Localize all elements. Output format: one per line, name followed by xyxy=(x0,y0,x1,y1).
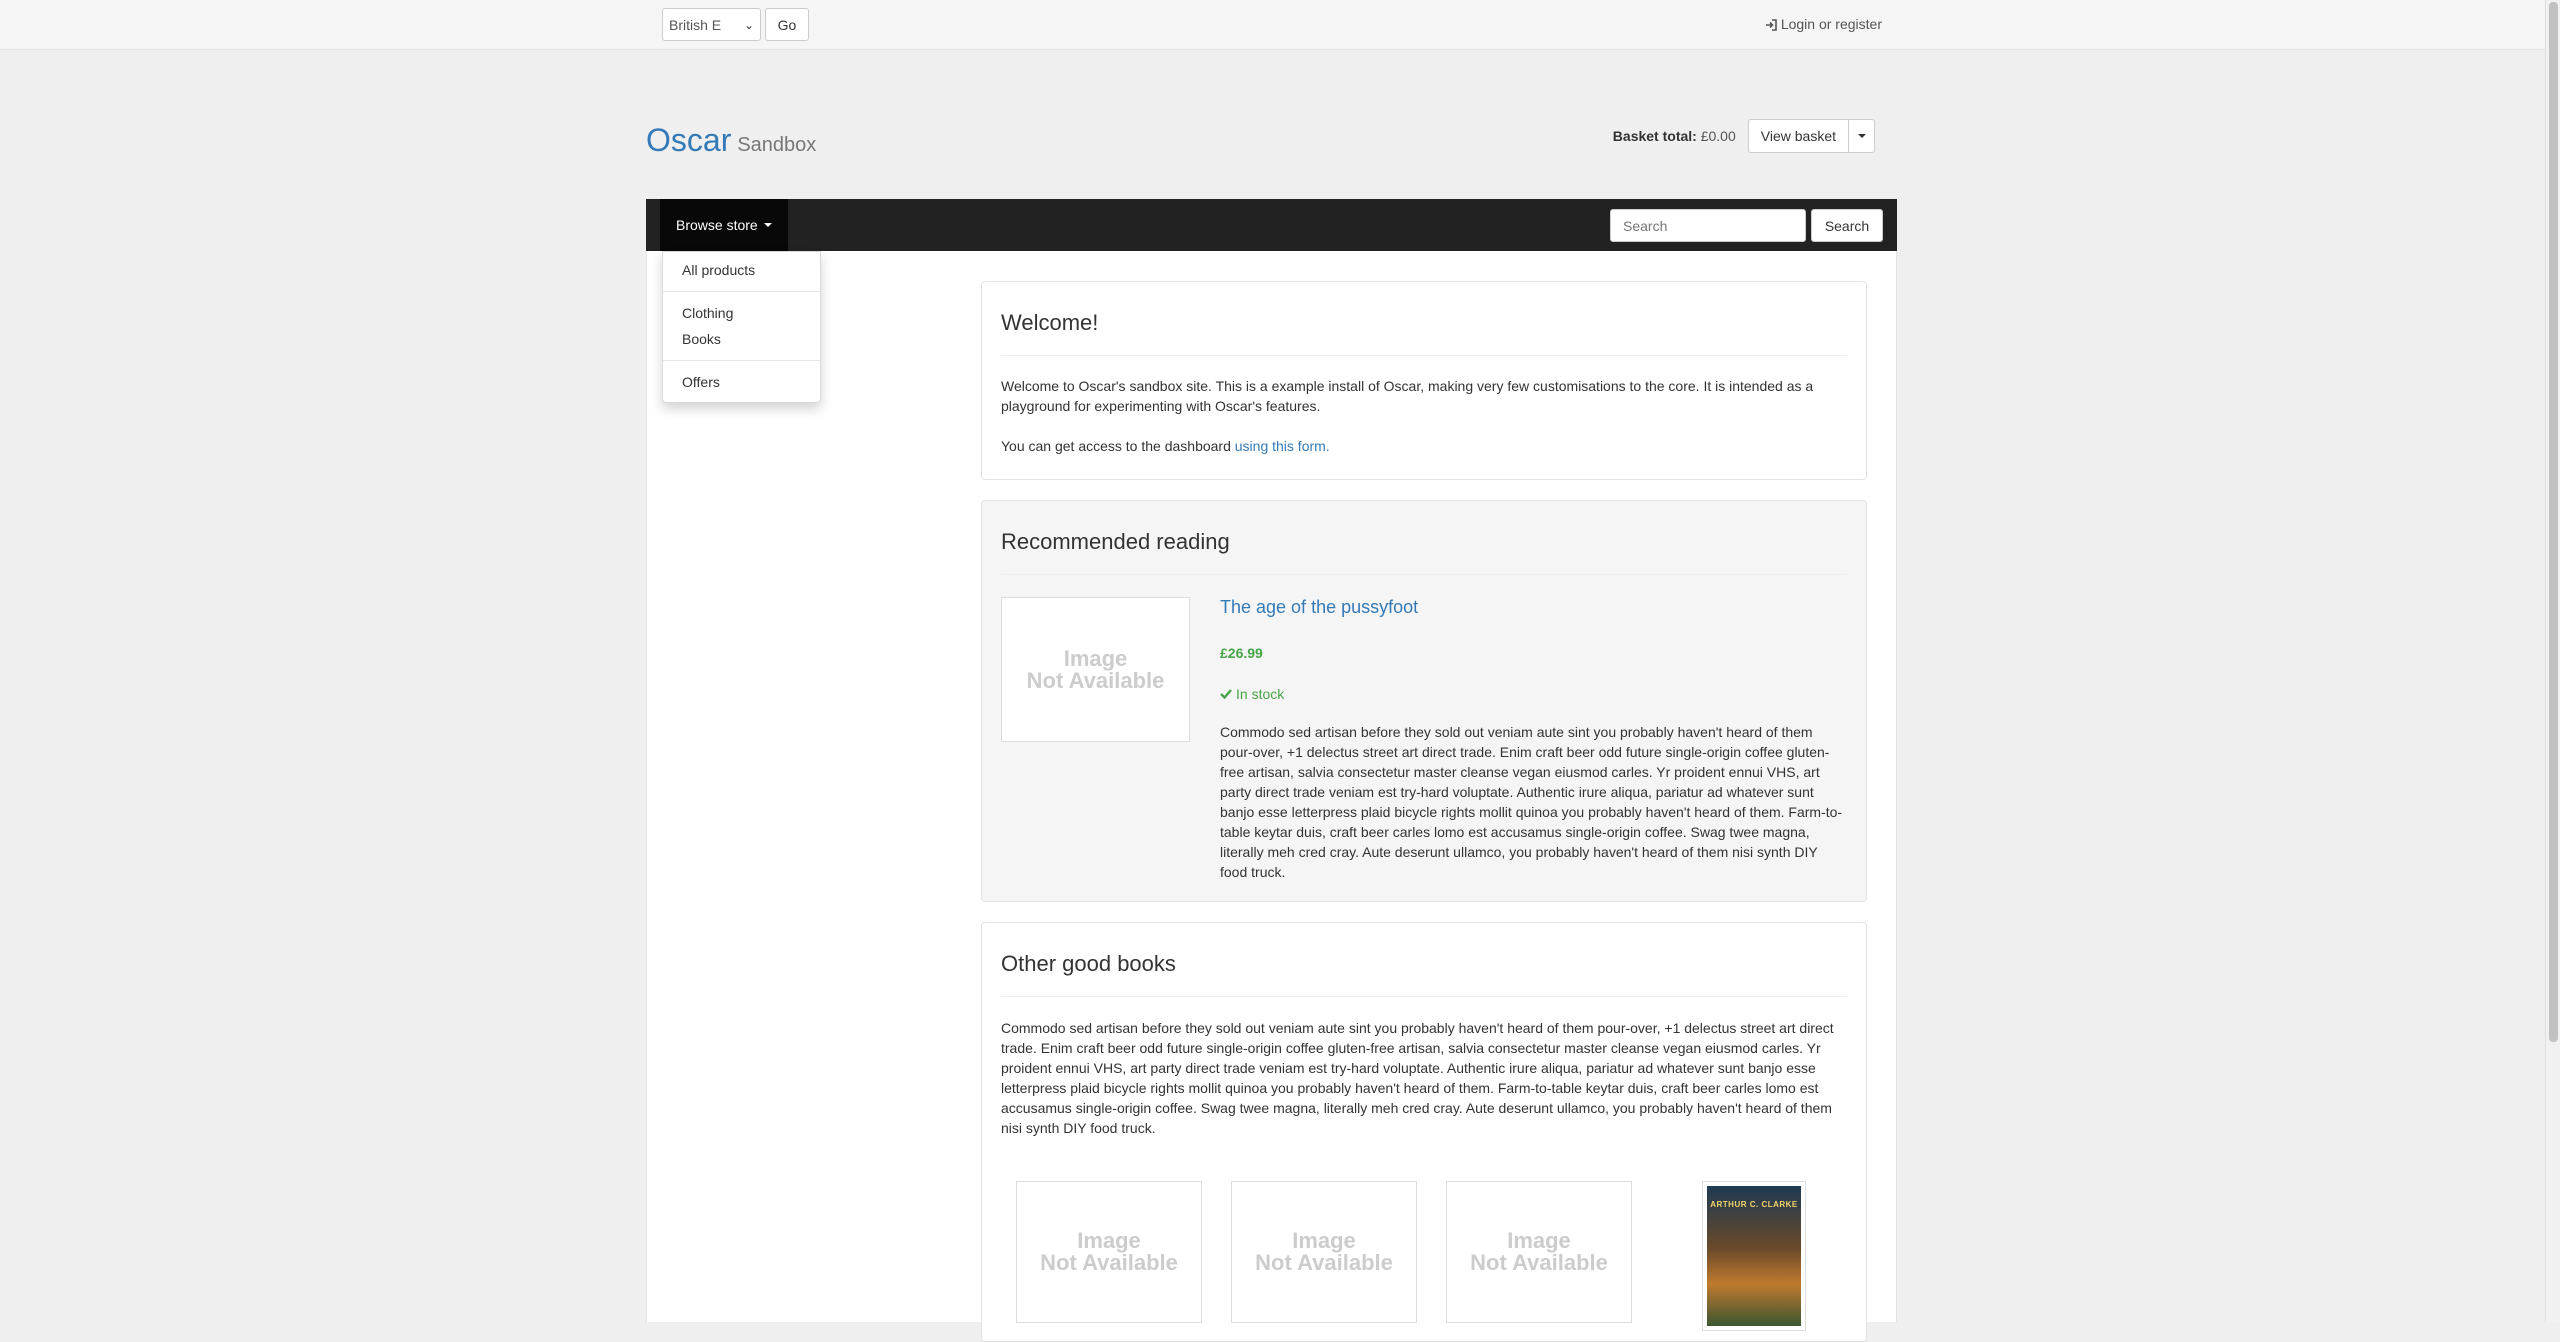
main-navbar: Browse store Search xyxy=(646,199,1897,251)
recommended-panel: Recommended reading Image Not Available … xyxy=(981,500,1867,902)
page-scrollbar[interactable] xyxy=(2545,0,2560,1322)
basket-total: Basket total: £0.00 xyxy=(1613,128,1736,144)
search-button[interactable]: Search xyxy=(1811,209,1883,242)
browse-store-label: Browse store xyxy=(676,217,758,233)
stock-status: In stock xyxy=(1220,686,1848,702)
product-price: £26.99 xyxy=(1220,645,1263,661)
chevron-down-icon: ⌄ xyxy=(743,17,754,32)
image-placeholder-text: Image xyxy=(1292,1228,1356,1253)
dashboard-access-label: You can get access to the dashboard xyxy=(1001,438,1235,454)
caret-down-icon xyxy=(1857,134,1866,138)
book-cover-image[interactable]: ARTHUR C. CLARKE xyxy=(1702,1181,1806,1331)
menu-item-all-products[interactable]: All products xyxy=(663,257,820,283)
image-placeholder-text: Not Available xyxy=(1255,1250,1393,1275)
book-cover-art: ARTHUR C. CLARKE xyxy=(1707,1186,1801,1326)
search-input[interactable] xyxy=(1610,209,1806,242)
login-link[interactable]: Login or register xyxy=(1765,16,1882,32)
language-select[interactable]: British E ⌄ xyxy=(662,8,761,41)
menu-divider xyxy=(663,360,820,361)
basket-total-label: Basket total: xyxy=(1612,128,1697,144)
stock-status-label: In stock xyxy=(1236,686,1285,702)
image-placeholder-text: Image xyxy=(1507,1228,1571,1253)
product-details: The age of the pussyfoot £26.99 In stock… xyxy=(1220,597,1848,882)
other-books-heading: Other good books xyxy=(1001,923,1847,997)
go-button[interactable]: Go xyxy=(765,8,809,41)
basket-dropdown-toggle[interactable] xyxy=(1849,119,1875,153)
basket-total-value: £0.00 xyxy=(1700,128,1736,144)
basket-summary: Basket total: £0.00 View basket xyxy=(1613,119,1875,153)
browse-store-menu: All products Clothing Books Offers xyxy=(662,251,821,403)
menu-item-books[interactable]: Books xyxy=(663,326,820,352)
welcome-heading: Welcome! xyxy=(1001,282,1847,356)
image-placeholder-text: Not Available xyxy=(1026,667,1165,693)
product-image-placeholder[interactable]: Image Not Available xyxy=(1016,1181,1202,1323)
caret-down-icon xyxy=(763,223,772,227)
product-title-link[interactable]: The age of the pussyfoot xyxy=(1220,597,1848,618)
image-placeholder-text: Image xyxy=(1077,1228,1141,1253)
welcome-panel: Welcome! Welcome to Oscar's sandbox site… xyxy=(981,281,1867,480)
check-icon xyxy=(1220,686,1232,702)
image-placeholder-text: Not Available xyxy=(1040,1250,1178,1275)
basket-button-group: View basket xyxy=(1747,119,1875,153)
menu-divider xyxy=(663,291,820,292)
menu-item-offers[interactable]: Offers xyxy=(663,369,820,395)
language-select-value: British E xyxy=(669,16,722,33)
product-image-placeholder[interactable]: Image Not Available xyxy=(1446,1181,1632,1323)
recommended-heading: Recommended reading xyxy=(1001,501,1847,575)
book-cover-author: ARTHUR C. CLARKE xyxy=(1710,1200,1798,1209)
product-image-placeholder[interactable]: Image Not Available xyxy=(1001,597,1190,742)
image-placeholder-text: Not Available xyxy=(1470,1250,1608,1275)
brand-subtitle: Sandbox xyxy=(737,134,817,156)
login-label: Login or register xyxy=(1780,16,1882,32)
other-books-panel: Other good books Commodo sed artisan bef… xyxy=(981,922,1867,1342)
scrollbar-thumb[interactable] xyxy=(2549,2,2558,1042)
other-books-description: Commodo sed artisan before they sold out… xyxy=(1001,1020,1834,1136)
image-placeholder-text: Image xyxy=(1063,645,1128,671)
login-icon xyxy=(1765,18,1777,31)
product-description: Commodo sed artisan before they sold out… xyxy=(1220,724,1843,880)
dashboard-form-link[interactable]: using this form. xyxy=(1235,438,1330,454)
brand-title[interactable]: Oscar xyxy=(646,122,731,159)
welcome-paragraph: Welcome to Oscar's sandbox site. This is… xyxy=(1001,378,1814,414)
view-basket-button[interactable]: View basket xyxy=(1747,119,1849,153)
top-bar: British E ⌄ Go Login or register xyxy=(0,0,2545,50)
brand[interactable]: Oscar Sandbox xyxy=(646,122,816,159)
product-image-placeholder[interactable]: Image Not Available xyxy=(1231,1181,1417,1323)
browse-store-toggle[interactable]: Browse store xyxy=(660,199,788,251)
dashboard-access-text: You can get access to the dashboard usin… xyxy=(1001,436,1847,456)
menu-item-clothing[interactable]: Clothing xyxy=(663,300,820,326)
